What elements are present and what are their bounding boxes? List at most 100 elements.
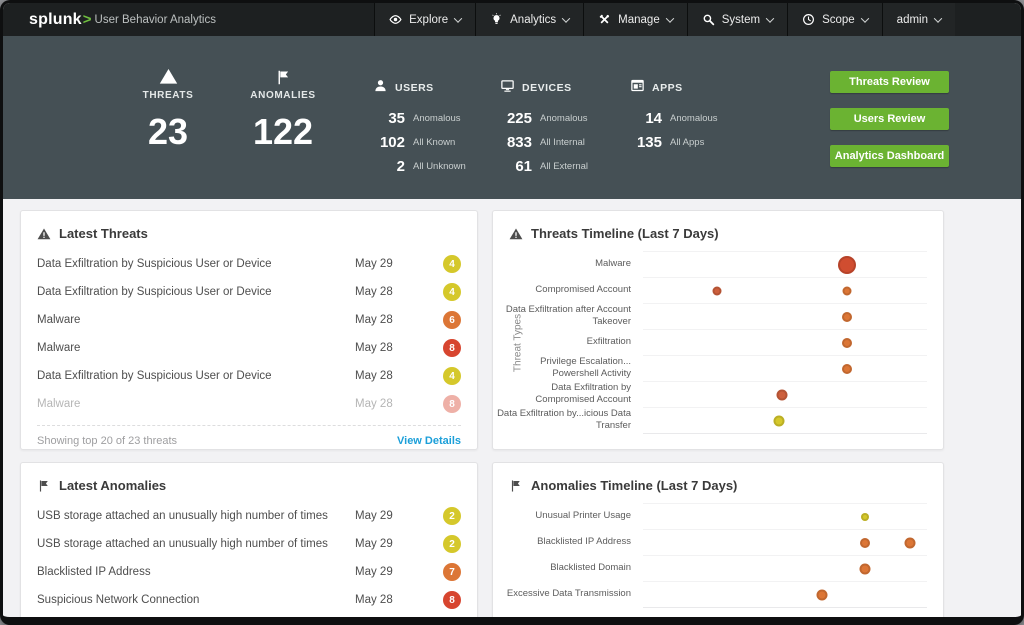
nav-menu-item[interactable]: Analytics [475,3,583,36]
item-name: Malware [37,398,355,410]
timeline-row-plot [643,251,927,277]
list-item[interactable]: USB storage attached an unusually high n… [37,502,461,530]
anomalies-timeline-title: Anomalies Timeline (Last 7 Days) [531,478,737,493]
score-badge: 4 [443,283,461,301]
timeline-row-plot [643,277,927,303]
timeline-dot[interactable] [712,286,721,295]
score-badge: 7 [443,563,461,581]
timeline-dot[interactable] [861,513,869,521]
score-badge: 2 [443,535,461,553]
score-badge: 8 [443,395,461,413]
list-item[interactable]: Data Exfiltration by Suspicious User or … [37,278,461,306]
group-stat-row: 2 All Unknown [361,154,483,178]
brand: splunk > User Behavior Analytics [3,3,216,36]
warning-icon [159,66,178,86]
timeline-dot[interactable] [777,389,788,400]
latest-anomalies-header: Latest Anomalies [21,463,477,493]
timeline-row: Privilege Escalation... Powershell Activ… [493,355,927,381]
nav-menu-item[interactable]: admin [882,3,955,36]
timeline-row: Data Exfiltration by...icious Data Trans… [493,407,927,433]
timeline-dot[interactable] [774,415,785,426]
anomalies-stat[interactable]: ANOMALIES 122 [231,66,335,153]
list-item[interactable]: Data Exfiltration by Suspicious User or … [37,362,461,390]
tools-icon [598,13,611,26]
group-stat-row: 61 All External [488,154,618,178]
timeline-row: Unusual Printer Usage [493,503,927,529]
nav-menu-label: System [722,14,760,26]
timeline-dot[interactable] [860,538,870,548]
group-stat-label: All Internal [540,137,585,148]
anomaly-list: USB storage attached an unusually high n… [21,493,477,614]
list-item[interactable]: USB storage attached an unusually high n… [37,530,461,558]
threats-stat-value: 23 [148,111,188,153]
magnifier-icon [702,13,715,26]
list-item[interactable]: Data Exfiltration by Suspicious User or … [37,250,461,278]
timeline-row: Blacklisted Domain [493,555,927,581]
group-stat-label: All Unknown [413,161,466,172]
summary-action-button[interactable]: Users Review [830,108,949,130]
group-header: USERS [373,78,483,98]
threats-stat[interactable]: THREATS 23 [121,66,215,153]
timeline-row-plot [643,407,927,433]
timeline-dot[interactable] [842,338,852,348]
latest-anomalies-panel: Latest Anomalies USB storage attached an… [20,462,478,625]
splunk-logo-arrow: > [83,11,92,28]
chart-baseline [643,607,927,608]
list-item[interactable]: Malware May 28 8 [37,334,461,362]
timeline-row-plot [643,355,927,381]
item-date: May 29 [355,510,443,522]
timeline-row: Compromised Account [493,277,927,303]
group-stat-label: Anomalous [413,113,461,124]
list-item[interactable]: Malware May 28 8 [37,390,461,418]
timeline-dot[interactable] [904,537,915,548]
group-stat-value: 61 [488,158,532,175]
timeline-row-plot [643,503,927,529]
app-title: User Behavior Analytics [95,14,216,26]
group-stat-row: 135 All Apps [618,130,738,154]
timeline-dot[interactable] [842,364,852,374]
group-stat-label: Anomalous [540,113,588,124]
warning-icon [37,227,51,241]
anomalies-timeline-rows: Unusual Printer Usage Blacklisted IP Add… [493,503,927,607]
anomalies-stat-value: 122 [253,111,313,153]
timeline-dot[interactable] [859,563,870,574]
view-details-link[interactable]: View Details [397,435,461,447]
nav-menu-item[interactable]: Manage [583,3,687,36]
latest-anomalies-title: Latest Anomalies [59,478,166,493]
timeline-dot[interactable] [842,312,852,322]
warning-icon [509,227,523,241]
group-label: APPS [652,82,683,94]
timeline-row-label: Compromised Account [493,277,643,303]
item-name: Blacklisted IP Address [37,566,355,578]
list-item[interactable]: Blacklisted IP Address May 29 7 [37,558,461,586]
timeline-dot[interactable] [838,256,856,274]
group-header: APPS [630,78,738,98]
latest-threats-panel: Latest Threats Data Exfiltration by Susp… [20,210,478,450]
latest-threats-title: Latest Threats [59,226,148,241]
summary-buttons: Threats Review Users Review Analytics Da… [830,71,949,167]
nav-menu-item[interactable]: Explore [374,3,475,36]
summary-action-button[interactable]: Analytics Dashboard [830,145,949,167]
timeline-row-plot [643,329,927,355]
group-stat-value: 225 [488,110,532,127]
group-stat-row: 833 All Internal [488,130,618,154]
threats-timeline-rows: Malware Compromised Account Data Exfiltr… [493,251,927,433]
nav-menu-item[interactable]: Scope [787,3,882,36]
timeline-dot[interactable] [843,286,852,295]
timeline-row-label: Excessive Data Transmission [493,581,643,607]
clock-icon [802,13,815,26]
item-name: Data Exfiltration by Suspicious User or … [37,258,355,270]
summary-action-button[interactable]: Threats Review [830,71,949,93]
list-item[interactable]: Malware May 28 6 [37,306,461,334]
users-summary-group: USERS 35 Anomalous 102 All Known 2 All U… [361,78,483,178]
anomalies-timeline-chart: Unusual Printer Usage Blacklisted IP Add… [493,503,927,608]
timeline-dot[interactable] [816,589,827,600]
threat-list: Data Exfiltration by Suspicious User or … [21,241,477,418]
timeline-row-label: Data Exfiltration by Compromised Account [493,381,643,407]
timeline-row: Blacklisted IP Address [493,529,927,555]
list-item[interactable]: Suspicious Network Connection May 28 8 [37,586,461,614]
anomalies-timeline-header: Anomalies Timeline (Last 7 Days) [493,463,943,493]
item-name: USB storage attached an unusually high n… [37,510,355,522]
timeline-row-label: Malware [493,251,643,277]
nav-menu-item[interactable]: System [687,3,787,36]
